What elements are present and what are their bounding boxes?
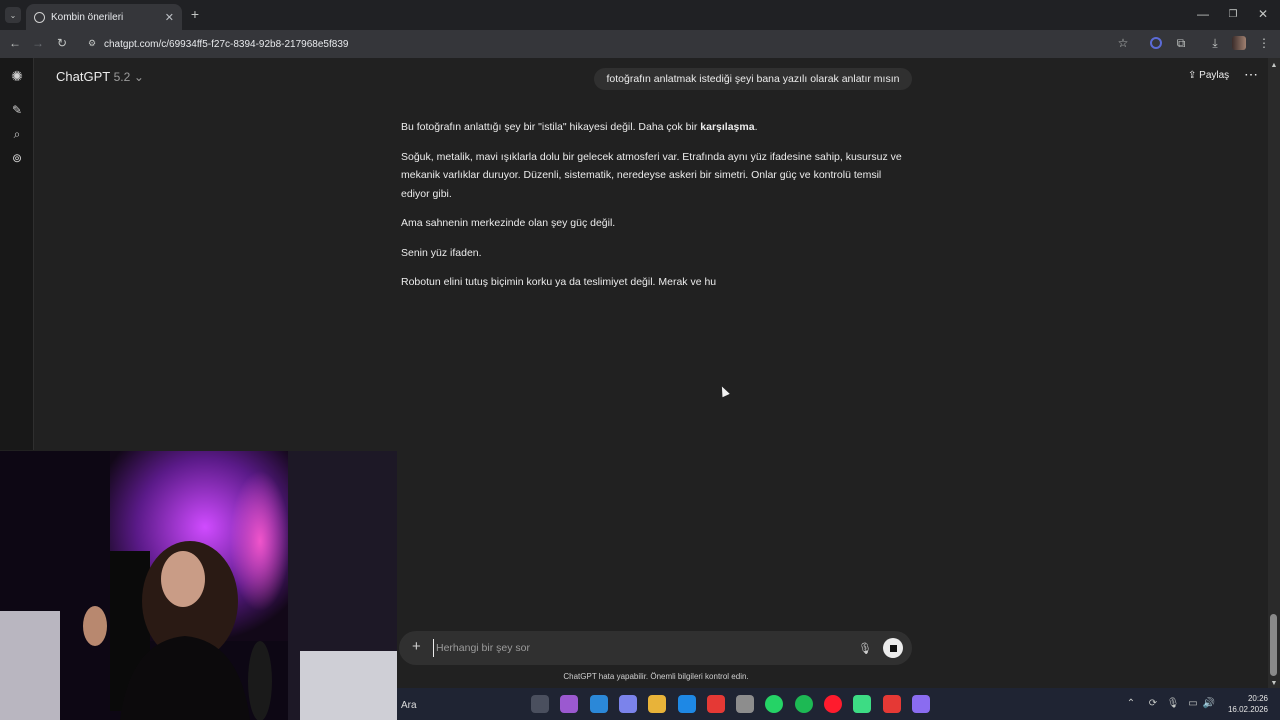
taskbar-app-icon[interactable] [824,695,842,713]
webcam-overlay [0,451,397,720]
browser-menu-icon[interactable]: ⋮ [1258,36,1270,50]
clock-time: 20:26 [1247,694,1268,703]
tab-title: Kombin önerileri [51,11,124,23]
chatgpt-favicon-icon [34,11,45,23]
composer: + 🎙 [399,631,912,665]
system-clock[interactable]: 20:26 16.02.2026 [1228,693,1268,715]
volume-icon[interactable]: 🔊 [1203,697,1215,709]
assistant-message: Bu fotoğrafın anlattığı şey bir "istila"… [401,118,906,292]
forward-icon[interactable]: → [31,36,45,50]
scroll-down-icon[interactable]: ▼ [1268,678,1280,688]
bookmark-star-icon[interactable]: ☆ [1116,36,1130,50]
taskbar-app-icon[interactable] [882,695,901,713]
tab-active[interactable]: Kombin önerileri ✕ [26,4,182,30]
address-bar[interactable]: chatgpt.com/c/69934ff5-f27c-8394-92b8-21… [80,34,1140,54]
new-tab-button[interactable]: + [188,6,202,22]
back-icon[interactable]: ← [8,36,22,50]
minimize-icon[interactable]: — [1196,7,1210,21]
webcam-video [0,451,397,720]
prompt-input[interactable] [433,639,813,657]
bold-text: karşılaşma [700,121,755,133]
reload-icon[interactable]: ↻ [55,36,69,50]
taskbar-app-icon[interactable] [560,695,579,713]
taskbar-app-icon[interactable] [853,695,872,713]
maximize-icon[interactable]: ❐ [1226,7,1240,21]
model-name: ChatGPT [56,69,110,84]
tray-chevron-up-icon[interactable]: ⌃ [1125,697,1137,709]
message-paragraph: Senin yüz ifaden. [401,246,482,259]
new-chat-icon[interactable]: ✎ [9,102,25,118]
library-icon[interactable]: ⊚ [9,150,25,166]
sidebar: ✺ ✎ ⌕ ⊚ [0,58,34,450]
sync-icon[interactable]: ⟳ [1147,697,1159,709]
chat-title-pill: fotoğrafın anlatmak istediği şeyi bana y… [594,68,912,90]
clock-date: 16.02.2026 [1227,705,1268,714]
taskbar-app-icon[interactable] [794,695,813,713]
model-version: 5.2 [113,70,131,84]
paragraph-text: Bu fotoğrafın anlattığı şey bir "istila"… [401,121,701,133]
taskbar-app-icon[interactable] [736,695,755,713]
message-paragraph: Bu fotoğrafın anlattığı şey bir "istila"… [401,118,906,137]
disclaimer-text: ChatGPT hata yapabilir. Önemli bilgileri… [563,672,749,681]
scrollbar[interactable] [1268,58,1280,688]
share-icon: ⇪ [1188,70,1197,81]
paragraph-text: . [754,121,758,133]
tray-mic-icon[interactable]: 🎙 [1167,697,1180,709]
mouse-cursor-icon [718,384,730,398]
taskbar-app-icon[interactable] [706,695,725,713]
taskbar-app-icon[interactable] [765,695,784,713]
taskbar-app-icon[interactable] [589,695,608,713]
taskbar: Ara ⌃ ⟳ 🎙 ▭ 🔊 20:26 16.02.2026 [397,688,1280,720]
search-chats-icon[interactable]: ⌕ [9,126,25,142]
taskbar-search[interactable]: Ara [401,696,519,714]
chatgpt-logo-icon[interactable]: ✺ [9,68,25,84]
download-icon[interactable]: ⤓ [1208,36,1222,50]
message-paragraph: Ama sahnenin merkezinde olan şey güç değ… [401,217,616,229]
close-window-icon[interactable]: ✕ [1256,7,1270,21]
add-attachment-icon[interactable]: + [412,638,421,655]
share-button[interactable]: ⇪ Paylaş [1188,70,1229,81]
tab-list-dropdown-icon[interactable]: ⌄ [5,7,21,23]
taskbar-app-icon[interactable] [618,695,637,713]
taskbar-app-icon[interactable] [648,695,667,713]
profile-avatar[interactable] [1232,36,1246,50]
message-paragraph: Soğuk, metalik, mavi ışıklarla dolu bir … [401,150,902,200]
taskbar-app-icon[interactable] [531,695,549,713]
browser-tab-bar: ⌄ Kombin önerileri ✕ + — ❐ ✕ [0,0,1280,30]
close-tab-icon[interactable]: ✕ [165,11,174,24]
network-icon[interactable]: ▭ [1187,697,1199,709]
url-text: chatgpt.com/c/69934ff5-f27c-8394-92b8-21… [104,38,349,50]
scrollbar-thumb[interactable] [1270,614,1277,676]
taskbar-app-icon[interactable] [677,695,696,713]
extensions-puzzle-icon[interactable]: ⧉ [1174,36,1188,50]
chevron-down-icon: ⌄ [133,70,144,84]
stop-generating-button[interactable] [883,638,903,658]
browser-toolbar: ← → ↻ ⚙ chatgpt.com/c/69934ff5-f27c-8394… [0,30,1280,58]
scroll-up-icon[interactable]: ▲ [1268,60,1280,70]
model-selector[interactable]: ChatGPT 5.2 ⌄ [56,69,144,84]
more-options-icon[interactable]: ⋯ [1244,66,1258,83]
share-label: Paylaş [1199,70,1230,81]
stop-icon [889,644,897,652]
microphone-icon[interactable]: 🎙 [857,640,873,656]
extension-icon[interactable] [1150,37,1162,49]
message-paragraph: Robotun elini tutuş biçimin korku ya da … [401,276,717,288]
taskbar-app-icon[interactable] [911,695,930,713]
search-label: Ara [401,699,417,711]
